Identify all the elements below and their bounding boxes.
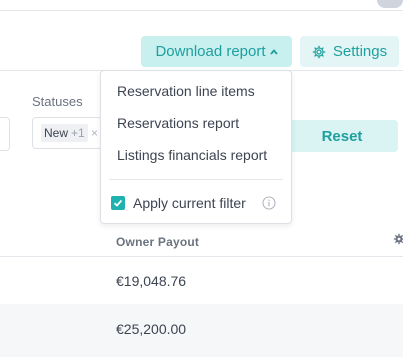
download-report-menu: Reservation line items Reservations repo…	[100, 70, 292, 224]
previous-filter-input[interactable]	[0, 117, 10, 151]
owner-payout-header[interactable]: Owner Payout	[116, 235, 199, 249]
status-chip-count: +1	[71, 126, 85, 140]
status-chip-label: New	[44, 126, 69, 140]
download-report-label: Download report	[155, 43, 266, 60]
chevron-up-icon	[269, 48, 278, 55]
info-icon[interactable]	[262, 196, 276, 210]
top-right-control[interactable]	[377, 0, 403, 8]
menu-item-listings-financials-report[interactable]: Listings financials report	[117, 147, 267, 163]
settings-label: Settings	[332, 43, 388, 60]
table-row-payout: €25,200.00	[116, 321, 187, 337]
table-row	[0, 304, 403, 357]
apply-filter-label[interactable]: Apply current filter	[133, 195, 246, 211]
statuses-label: Statuses	[32, 94, 83, 109]
menu-item-reservations-report[interactable]: Reservations report	[117, 115, 239, 131]
settings-button[interactable]: Settings	[300, 36, 399, 67]
apply-filter-checkbox[interactable]	[111, 196, 125, 210]
column-settings-gear-icon[interactable]	[393, 233, 403, 245]
table-header-divider	[0, 256, 403, 257]
table-row-payout: €19,048.76	[116, 273, 187, 289]
download-report-button[interactable]: Download report	[141, 36, 292, 67]
top-bar	[0, 0, 403, 11]
menu-item-reservation-line-items[interactable]: Reservation line items	[117, 83, 255, 99]
gear-icon	[312, 45, 326, 58]
statuses-select[interactable]: New +1 ×	[32, 117, 102, 149]
reset-button[interactable]: Reset	[286, 120, 398, 152]
status-chip: New +1	[41, 124, 88, 142]
chip-close-icon[interactable]: ×	[91, 126, 98, 140]
menu-divider	[109, 179, 283, 180]
checkmark-icon	[113, 199, 123, 207]
